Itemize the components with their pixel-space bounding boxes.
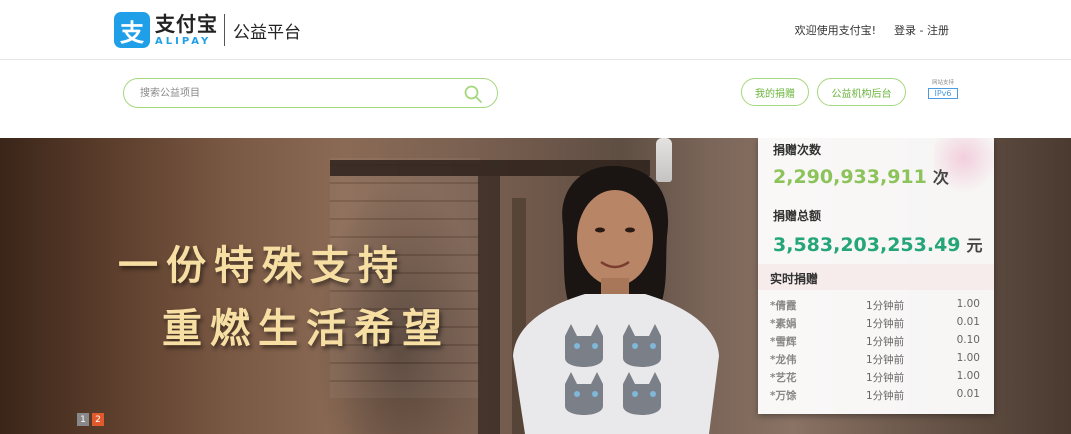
ipv6-support-text: 网站支持 [931, 80, 954, 86]
ipv6-badge: 网站支持 IPv6 [928, 80, 958, 99]
donation-amount: 0.01 [956, 388, 980, 400]
donor-name: *万馀 [770, 390, 797, 402]
donation-time: 1分钟前 [866, 318, 905, 330]
donation-count-label: 捐赠次数 [773, 143, 822, 157]
donation-total-value: 3,583,203,253.49 [773, 234, 961, 256]
donation-total: 3,583,203,253.49 元 [773, 232, 983, 256]
logo-en-text: ALIPAY [155, 35, 212, 47]
platform-title: 公益平台 [233, 22, 301, 43]
list-item: *艺花 1分钟前 1.00 [758, 370, 994, 388]
realtime-header: 实时捐赠 [758, 264, 994, 290]
list-item: *龙伟 1分钟前 1.00 [758, 352, 994, 370]
donation-count: 2,290,933,911 次 [773, 164, 949, 188]
search-box [123, 78, 498, 108]
realtime-title: 实时捐赠 [770, 272, 819, 286]
donation-time: 1分钟前 [866, 354, 905, 366]
donation-amount: 1.00 [956, 298, 980, 310]
welcome-link[interactable]: 欢迎使用支付宝! [795, 22, 876, 38]
donation-total-unit: 元 [966, 236, 983, 255]
hero-banner[interactable]: 一份特殊支持 重燃生活希望 1 2 捐赠次数 2,290,933,911 次 捐… [0, 138, 1071, 434]
donor-name: *龙伟 [770, 354, 797, 366]
donation-stats-panel: 捐赠次数 2,290,933,911 次 捐赠总额 3,583,203,253.… [758, 138, 994, 414]
slide-dot-1[interactable]: 1 [77, 413, 89, 426]
donation-count-unit: 次 [932, 168, 949, 187]
search-input[interactable] [140, 84, 440, 102]
donation-time: 1分钟前 [866, 300, 905, 312]
donor-name: *素娟 [770, 318, 797, 330]
logo-divider [224, 14, 225, 46]
banner-slogan-line2: 重燃生活希望 [162, 305, 450, 352]
alipay-logo[interactable]: 支 支付宝 ALIPAY 公益平台 [114, 12, 301, 48]
search-row: 我的捐赠 公益机构后台 网站支持 IPv6 [0, 60, 1071, 138]
logo-wordmark: 支付宝 ALIPAY [155, 14, 218, 47]
ipv6-label: IPv6 [928, 88, 958, 99]
my-donations-button[interactable]: 我的捐赠 [741, 78, 809, 106]
list-item: *雪辉 1分钟前 0.10 [758, 334, 994, 352]
list-item: *倩霞 1分钟前 1.00 [758, 298, 994, 316]
search-icon[interactable] [463, 84, 483, 104]
slide-indicators: 1 2 [77, 413, 104, 426]
donation-amount: 1.00 [956, 352, 980, 364]
donation-total-label: 捐赠总额 [773, 209, 822, 223]
donation-count-value: 2,290,933,911 [773, 166, 927, 188]
logo-cn-text: 支付宝 [155, 11, 218, 36]
org-backend-button[interactable]: 公益机构后台 [817, 78, 906, 106]
list-item: *万馀 1分钟前 0.01 [758, 388, 994, 406]
page: 支 支付宝 ALIPAY 公益平台 欢迎使用支付宝! 登录 - 注册 我的捐赠 … [0, 0, 1071, 434]
alipay-zhi-icon: 支 [114, 12, 150, 48]
donation-amount: 1.00 [956, 370, 980, 382]
login-register-link[interactable]: 登录 - 注册 [894, 22, 949, 38]
banner-slogan-line1: 一份特殊支持 [118, 242, 406, 289]
woman-photo [513, 166, 719, 434]
top-links: 欢迎使用支付宝! 登录 - 注册 [795, 22, 949, 38]
donation-amount: 0.10 [956, 334, 980, 346]
list-item: *素娟 1分钟前 0.01 [758, 316, 994, 334]
donor-name: *倩霞 [770, 300, 797, 312]
slide-dot-2[interactable]: 2 [92, 413, 104, 426]
donation-time: 1分钟前 [866, 372, 905, 384]
top-bar: 支 支付宝 ALIPAY 公益平台 欢迎使用支付宝! 登录 - 注册 [0, 0, 1071, 60]
donation-time: 1分钟前 [866, 390, 905, 402]
realtime-list: *倩霞 1分钟前 1.00 *素娟 1分钟前 0.01 *雪辉 1分钟前 0.1… [758, 298, 994, 406]
donor-name: *艺花 [770, 372, 797, 384]
donor-name: *雪辉 [770, 336, 797, 348]
donation-time: 1分钟前 [866, 336, 905, 348]
donation-amount: 0.01 [956, 316, 980, 328]
banner-post [478, 168, 500, 434]
